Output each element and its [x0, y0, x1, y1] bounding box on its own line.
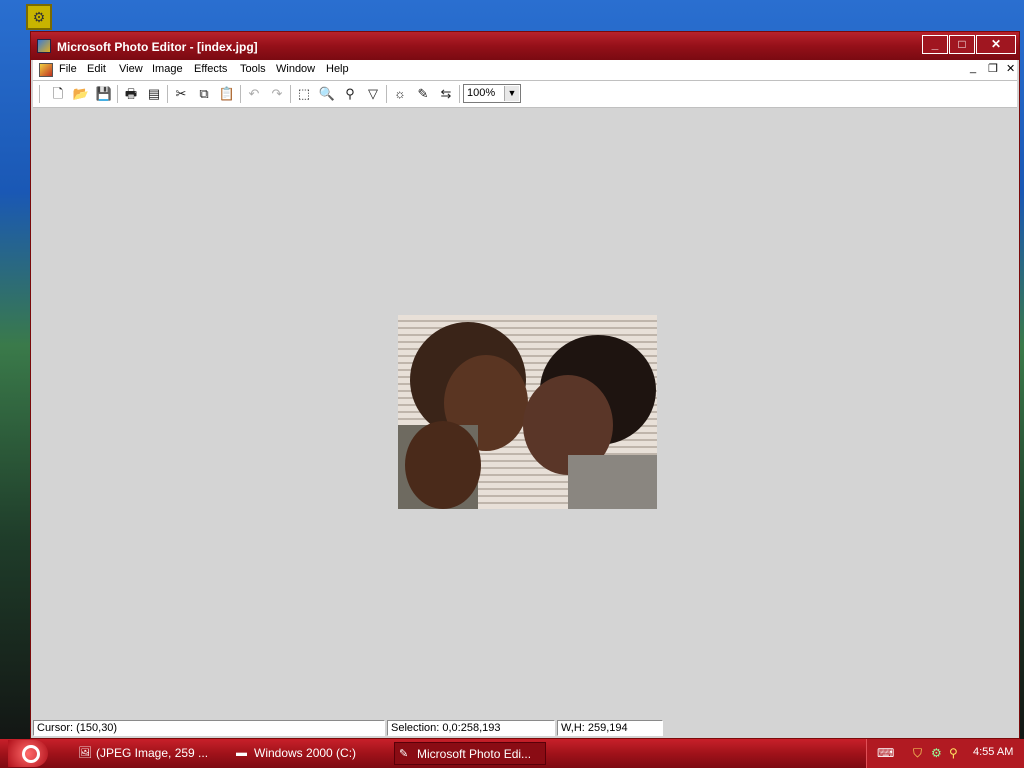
copy-icon[interactable]: ⧉: [195, 85, 213, 103]
redo-icon[interactable]: ↷: [268, 85, 286, 103]
start-logo-icon: [22, 745, 40, 763]
triangle-icon[interactable]: ▽: [364, 85, 382, 103]
right-shirt-shape: [568, 455, 657, 509]
doc-minimize-button[interactable]: _: [970, 62, 976, 74]
chevron-down-icon[interactable]: ▼: [504, 86, 519, 101]
minimize-button[interactable]: _: [922, 35, 948, 54]
app-icon[interactable]: [37, 39, 51, 53]
sun-icon[interactable]: ☼: [391, 85, 409, 103]
clock[interactable]: 4:55 AM: [973, 746, 1013, 758]
task-windows-2000[interactable]: ▬ Windows 2000 (C:): [232, 742, 388, 765]
status-bar: Cursor: (150,30) Selection: 0,0:258,193 …: [33, 718, 1017, 738]
zoom-dropdown[interactable]: 100% ▼: [463, 84, 521, 103]
title-bar[interactable]: Microsoft Photo Editor - [index.jpg] _ □…: [31, 32, 1019, 60]
undo-icon[interactable]: ↶: [245, 85, 263, 103]
search-icon[interactable]: ⚲: [949, 746, 963, 760]
menu-window[interactable]: Window: [276, 63, 315, 75]
keyboard-icon[interactable]: ⌨: [877, 746, 894, 760]
scan-icon[interactable]: ▤: [145, 85, 163, 103]
print-icon[interactable]: 🖶: [122, 85, 140, 103]
save-icon[interactable]: 💾: [95, 85, 113, 103]
toolbar-separator: [117, 85, 118, 103]
toolbar-separator: [290, 85, 291, 103]
system-tray: ⌨ ⛉ ⚙ ⚲ 4:55 AM: [866, 739, 1024, 768]
menu-help[interactable]: Help: [326, 63, 349, 75]
open-icon[interactable]: 📂: [72, 85, 90, 103]
zoom-value: 100%: [467, 87, 496, 99]
task-label: Windows 2000 (C:): [254, 746, 357, 760]
close-button[interactable]: ✕: [976, 35, 1016, 54]
pen-icon[interactable]: ⚲: [341, 85, 359, 103]
taskbar: 🖼 (JPEG Image, 259 ... ▬ Windows 2000 (C…: [0, 739, 1024, 768]
status-size: W,H: 259,194: [557, 720, 663, 736]
desktop-shortcut-icon[interactable]: ⚙: [26, 4, 52, 30]
status-selection: Selection: 0,0:258,193: [387, 720, 555, 736]
start-button[interactable]: [8, 740, 48, 767]
menu-bar: File Edit View Image Effects Tools Windo…: [33, 60, 1017, 81]
brush-icon[interactable]: ✎: [414, 85, 432, 103]
drive-icon: ▬: [236, 747, 247, 759]
menu-image[interactable]: Image: [152, 63, 183, 75]
jpeg-icon: 🖼: [78, 747, 92, 759]
task-label: Microsoft Photo Edi...: [417, 747, 532, 761]
status-cursor: Cursor: (150,30): [33, 720, 385, 736]
new-icon[interactable]: 🗋: [49, 85, 67, 103]
doc-close-button[interactable]: ✕: [1006, 62, 1015, 75]
doc-restore-button[interactable]: ❐: [988, 62, 998, 75]
toolbar-separator: [240, 85, 241, 103]
zoom-icon[interactable]: 🔍: [318, 85, 336, 103]
select-icon[interactable]: ⬚: [295, 85, 313, 103]
menu-edit[interactable]: Edit: [87, 63, 106, 75]
window-title: Microsoft Photo Editor - [index.jpg]: [57, 40, 258, 54]
shield-icon[interactable]: ⛉: [913, 746, 927, 760]
toolbar-grip: [39, 85, 40, 103]
toolbar-separator: [459, 85, 460, 103]
network-icon[interactable]: ⚙: [931, 746, 945, 760]
menu-file[interactable]: File: [59, 63, 77, 75]
paste-icon[interactable]: 📋: [218, 85, 236, 103]
task-photo-editor[interactable]: ✎ Microsoft Photo Edi...: [394, 742, 546, 765]
cut-icon[interactable]: ✂: [172, 85, 190, 103]
task-label: (JPEG Image, 259 ...: [96, 746, 209, 760]
hand-shape: [405, 421, 481, 509]
toolbar-separator: [167, 85, 168, 103]
menu-tools[interactable]: Tools: [240, 63, 266, 75]
photo-image: [398, 322, 657, 509]
transform-icon[interactable]: ⇆: [437, 85, 455, 103]
maximize-button[interactable]: □: [949, 35, 975, 54]
menu-view[interactable]: View: [119, 63, 143, 75]
photo-editor-icon: ✎: [399, 748, 409, 760]
image-workspace[interactable]: [33, 108, 1017, 718]
photo-editor-window: Microsoft Photo Editor - [index.jpg] _ □…: [30, 31, 1020, 739]
image-canvas[interactable]: [398, 315, 657, 509]
toolbar-separator: [386, 85, 387, 103]
document-icon[interactable]: [39, 63, 53, 77]
toolbar: 🗋 📂 💾 🖶 ▤ ✂ ⧉ 📋 ↶ ↷ ⬚ 🔍 ⚲ ▽ ☼ ✎ ⇆ 100% ▼: [33, 81, 1017, 108]
menu-effects[interactable]: Effects: [194, 63, 227, 75]
task-jpeg-image[interactable]: 🖼 (JPEG Image, 259 ...: [74, 742, 226, 765]
